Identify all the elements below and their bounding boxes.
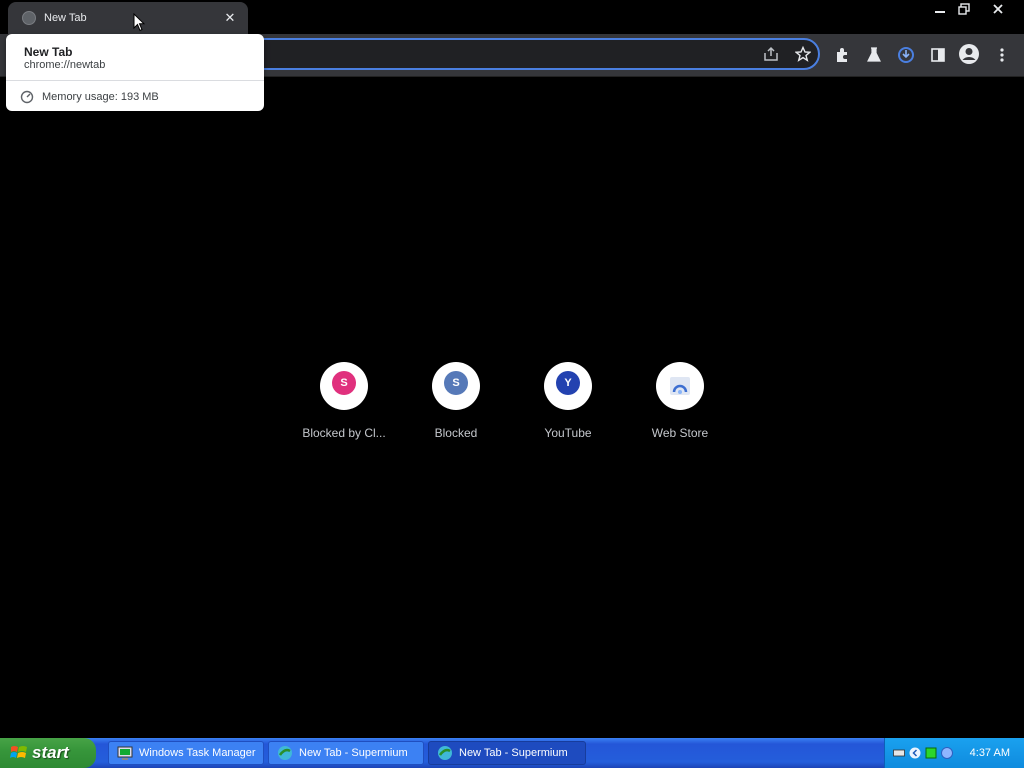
shortcut-letter-icon: Y	[556, 371, 580, 395]
hover-card-url: chrome://newtab	[24, 59, 106, 71]
close-icon	[993, 4, 1003, 14]
shortcut-web-store[interactable]: Web Store	[624, 362, 736, 440]
menu-icon[interactable]	[991, 44, 1013, 66]
shortcut-blocked[interactable]: S Blocked	[400, 362, 512, 440]
minimize-icon	[935, 11, 945, 13]
gauge-icon	[20, 90, 34, 104]
memory-usage-text: Memory usage: 193 MB	[42, 91, 159, 103]
system-tray: 4:37 AM	[884, 738, 1024, 768]
tab-hover-card: New Tab chrome://newtab Memory usage: 19…	[6, 34, 264, 111]
taskbar-item-supermium-2[interactable]: New Tab - Supermium	[428, 741, 586, 765]
shortcut-label: YouTube	[544, 426, 592, 440]
share-icon[interactable]	[760, 43, 782, 65]
supermium-icon	[438, 746, 452, 760]
network-icon[interactable]	[925, 747, 937, 759]
shortcut-icon-bg: S	[320, 362, 368, 410]
start-button[interactable]: start	[0, 738, 96, 768]
shortcut-label: Blocked	[434, 426, 478, 440]
mouse-cursor-icon	[133, 13, 145, 32]
shortcut-icon-bg	[656, 362, 704, 410]
task-manager-icon	[117, 746, 133, 760]
start-label: start	[32, 743, 69, 762]
title-bar: New Tab ✕	[0, 0, 1024, 34]
shortcut-icon-bg: Y	[544, 362, 592, 410]
tab-new-tab[interactable]: New Tab ✕	[8, 2, 248, 34]
keyboard-icon[interactable]	[893, 747, 905, 759]
taskbar-item-label: New Tab - Supermium	[299, 747, 408, 759]
taskbar: start Windows Task Manager New Tab - Sup…	[0, 738, 1024, 768]
globe-icon	[22, 11, 36, 25]
profile-icon[interactable]	[958, 43, 980, 65]
address-bar[interactable]	[210, 38, 820, 70]
windows-logo-icon	[10, 746, 27, 758]
extensions-icon[interactable]	[831, 44, 853, 66]
side-panel-icon[interactable]	[927, 44, 949, 66]
show-hidden-icons-icon[interactable]	[909, 747, 921, 759]
memory-usage: Memory usage: 193 MB	[20, 90, 159, 104]
hover-card-title: New Tab	[24, 45, 73, 59]
shortcut-label: Web Store	[651, 426, 709, 440]
divider	[6, 80, 264, 81]
download-icon[interactable]	[895, 44, 917, 66]
window-close-button[interactable]	[984, 0, 1012, 18]
labs-icon[interactable]	[863, 44, 885, 66]
shortcut-icon-bg: S	[432, 362, 480, 410]
tab-close-button[interactable]: ✕	[222, 10, 238, 26]
clock[interactable]: 4:37 AM	[970, 747, 1010, 759]
shortcut-youtube[interactable]: Y YouTube	[512, 362, 624, 440]
supermium-icon	[278, 746, 292, 760]
taskbar-item-label: Windows Task Manager	[139, 747, 256, 759]
taskbar-item-label: New Tab - Supermium	[459, 747, 568, 759]
shortcut-letter-icon: S	[332, 371, 356, 395]
shortcut-label: Blocked by Cl...	[302, 426, 386, 440]
shortcuts: S Blocked by Cl... S Blocked Y YouTube W…	[288, 362, 736, 440]
taskbar-item-supermium-1[interactable]: New Tab - Supermium	[268, 741, 424, 765]
shortcut-blocked-by-cl[interactable]: S Blocked by Cl...	[288, 362, 400, 440]
taskbar-item-task-manager[interactable]: Windows Task Manager	[108, 741, 264, 765]
shortcut-letter-icon: S	[444, 371, 468, 395]
bookmark-star-icon[interactable]	[792, 43, 814, 65]
app-tray-icon[interactable]	[941, 747, 953, 759]
restore-button[interactable]	[950, 0, 978, 18]
restore-icon	[958, 3, 970, 15]
web-store-icon	[670, 377, 690, 395]
